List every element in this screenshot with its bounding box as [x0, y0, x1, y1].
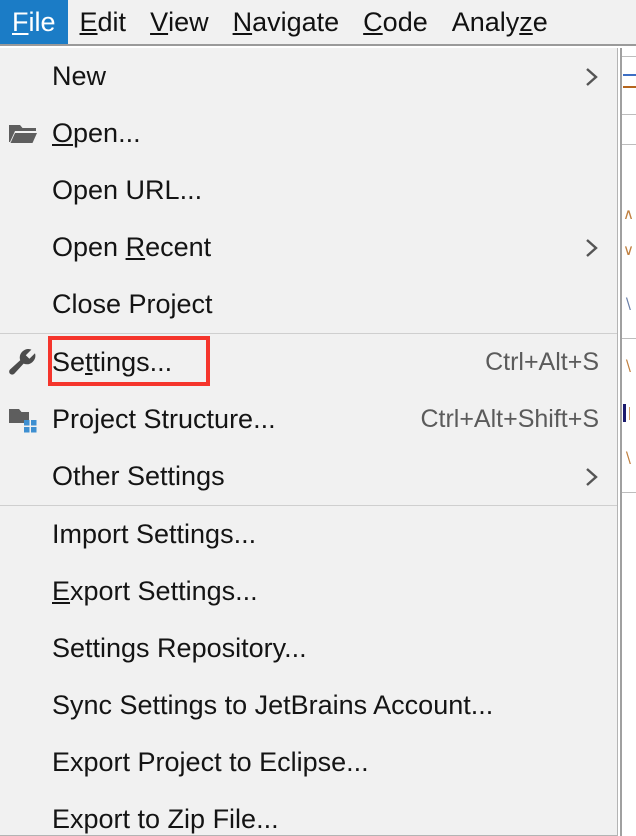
menubar-navigate-mnemonic: N — [232, 6, 253, 37]
menu-item-export-settings[interactable]: Export Settings... — [0, 563, 617, 620]
menu-item-label: Open Recent — [52, 232, 212, 262]
menubar-item-analyze[interactable]: Analy z e — [440, 0, 560, 44]
wrench-icon — [6, 348, 40, 378]
menu-item-label: Project Structure... — [52, 404, 276, 434]
no-icon — [6, 805, 40, 835]
menu-item-label: Export Project to Eclipse... — [52, 747, 369, 777]
no-icon — [6, 233, 40, 263]
menu-item-label: Open... — [52, 118, 141, 148]
menu-item-shortcut: Ctrl+Alt+Shift+S — [420, 405, 599, 433]
no-icon — [6, 462, 40, 492]
chevron-right-icon — [583, 64, 601, 90]
menubar-navigate-rest: avigate — [252, 6, 340, 37]
menu-item-label: Other Settings — [52, 461, 225, 491]
menu-item-sync-settings-to-jetbrains-account[interactable]: Sync Settings to JetBrains Account... — [0, 677, 617, 734]
menu-item-import-settings[interactable]: Import Settings... — [0, 506, 617, 563]
menu-item-export-to-zip-file[interactable]: Export to Zip File... — [0, 791, 617, 835]
chevron-right-icon — [583, 464, 601, 490]
menu-item-label: Settings Repository... — [52, 633, 307, 663]
menubar-code-mnemonic: C — [363, 6, 383, 37]
no-icon — [6, 520, 40, 550]
menubar-analyze-mnemonic: z — [519, 6, 533, 37]
no-icon — [6, 691, 40, 721]
menu-item-open-url[interactable]: Open URL... — [0, 162, 617, 219]
menu-item-open-recent[interactable]: Open Recent — [0, 219, 617, 276]
editor-sliver: ∧ ∨ ∖ ∖ | ∖ — [620, 48, 636, 836]
menu-item-shortcut: Ctrl+Alt+S — [485, 348, 599, 376]
menu-item-project-structure[interactable]: Project Structure... Ctrl+Alt+Shift+S — [0, 391, 617, 448]
menu-item-label: Settings... — [52, 347, 173, 377]
menu-item-settings[interactable]: Settings... Ctrl+Alt+S — [0, 334, 617, 391]
menubar-item-file[interactable]: File — [0, 0, 68, 44]
menu-item-label: Open URL... — [52, 175, 203, 205]
folder-open-icon — [6, 119, 40, 149]
menubar-analyze-pre: Analy — [451, 6, 520, 37]
menubar-analyze-rest: e — [532, 6, 548, 37]
menubar-view-rest: iew — [168, 6, 209, 37]
menu-item-label: Close Project — [52, 289, 213, 319]
chevron-right-icon — [583, 235, 601, 261]
menubar-file-rest: ile — [28, 6, 56, 37]
no-icon — [6, 634, 40, 664]
menubar-item-edit[interactable]: Edit — [68, 0, 139, 44]
menu-item-new[interactable]: New — [0, 48, 617, 105]
menubar-item-navigate[interactable]: Navigate — [221, 0, 352, 44]
no-icon — [6, 176, 40, 206]
menu-item-label: New — [52, 61, 107, 91]
menu-item-label: Sync Settings to JetBrains Account... — [52, 690, 494, 720]
menu-item-export-project-to-eclipse[interactable]: Export Project to Eclipse... — [0, 734, 617, 791]
no-icon — [6, 290, 40, 320]
no-icon — [6, 748, 40, 778]
menubar-item-code[interactable]: Code — [351, 0, 440, 44]
menu-bar: File Edit View Navigate Code Analy z e — [0, 0, 636, 46]
menubar-edit-mnemonic: E — [79, 6, 98, 37]
menubar-file-mnemonic: F — [12, 6, 29, 37]
menubar-view-mnemonic: V — [150, 6, 169, 37]
menubar-item-view[interactable]: View — [138, 0, 221, 44]
menu-item-label: Export to Zip File... — [52, 804, 279, 834]
no-icon — [6, 577, 40, 607]
menubar-edit-rest: dit — [97, 6, 127, 37]
menubar-code-rest: ode — [382, 6, 428, 37]
module-folder-icon — [6, 405, 40, 435]
menu-item-label: Export Settings... — [52, 576, 258, 606]
menu-item-close-project[interactable]: Close Project — [0, 276, 617, 333]
menu-item-other-settings[interactable]: Other Settings — [0, 448, 617, 505]
file-dropdown-menu: New Open... Open URL... Open Recent Close Pr… — [0, 48, 618, 836]
menu-item-label: Import Settings... — [52, 519, 257, 549]
menu-item-settings-repository[interactable]: Settings Repository... — [0, 620, 617, 677]
no-icon — [6, 62, 40, 92]
menu-item-open[interactable]: Open... — [0, 105, 617, 162]
